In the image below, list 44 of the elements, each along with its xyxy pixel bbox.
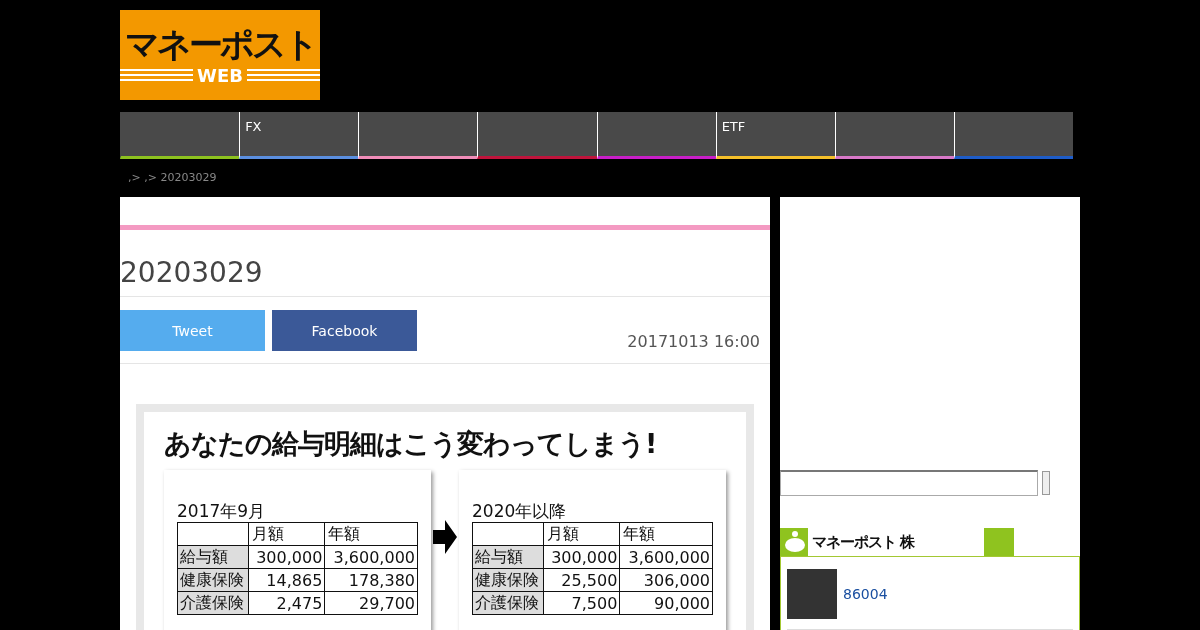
publish-date: 20171013 16:00 [627,332,760,351]
column-header: 月額 [543,522,620,546]
search-field[interactable] [780,470,1038,496]
table-cell: 300,000 [248,545,325,569]
nav-tab[interactable] [834,112,954,159]
row-label: 健康保険 [177,568,249,592]
site-logo[interactable]: マネーポスト WEB [120,10,320,100]
table-cell: 25,500 [543,568,620,592]
table-cell: 300,000 [543,545,620,569]
panel-title: 2020年以降 [472,500,568,522]
table-cell: 29,700 [324,591,418,615]
logo-title: マネーポスト [124,24,316,64]
panel-title: 2017年9月 [177,500,267,522]
table-cell: 178,380 [324,568,418,592]
row-label: 健康保険 [472,568,544,592]
row-label: 給与額 [472,545,544,569]
photo-placeholder [787,569,837,619]
column-header: 年額 [619,522,713,546]
breadcrumb: ,> ,> 20203029 [128,171,218,185]
row-label: 給与額 [177,545,249,569]
nav-tab[interactable] [596,112,716,159]
table-cell: 3,600,000 [619,545,713,569]
nav-tab[interactable] [120,112,240,159]
table-cell: 306,000 [619,568,713,592]
table-cell: 14,865 [248,568,325,592]
article-title: 20203029 [120,230,770,297]
figure-heading: あなたの給与明細はこう変わってしまう! [164,427,658,461]
table-cell: 90,000 [619,591,713,615]
table-cell: 7,500 [543,591,620,615]
row-label: 介護保険 [177,591,249,615]
widget-title: マネーポスト 株 [812,532,915,552]
nav-tab[interactable]: ETF [715,112,835,159]
nav-tab[interactable] [358,112,478,159]
table-cell: 2,475 [248,591,325,615]
search-button[interactable] [1042,471,1050,495]
row-label: 介護保険 [472,591,544,615]
article-link[interactable]: 86004 [843,586,888,602]
column-header: 月額 [248,522,325,546]
table-cell: 3,600,000 [324,545,418,569]
column-header: 年額 [324,522,418,546]
nav-tab[interactable]: FX [239,112,359,159]
arrow-icon [433,520,457,554]
share-button[interactable]: Facebook [272,310,417,351]
logo-subtitle: WEB [197,66,243,86]
